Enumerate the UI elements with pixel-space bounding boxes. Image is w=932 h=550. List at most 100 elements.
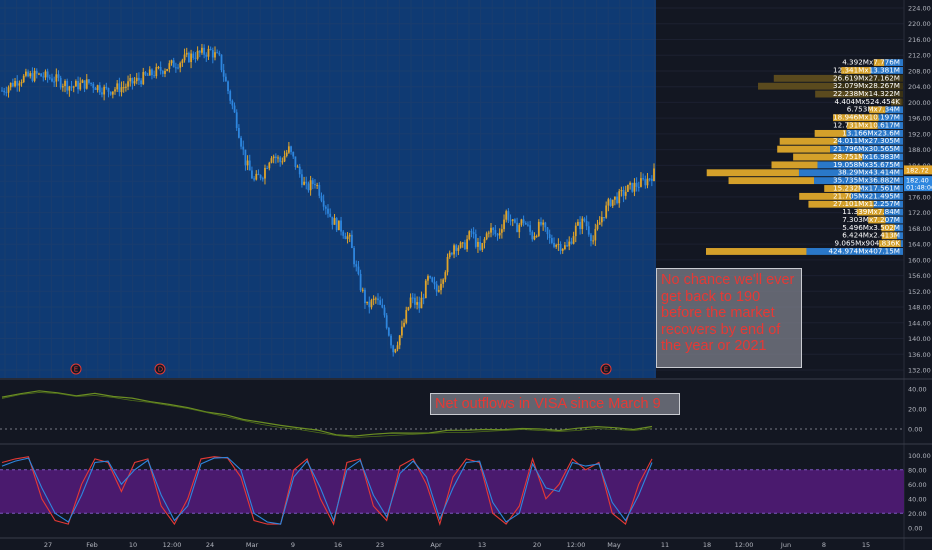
candle-body: [148, 69, 151, 76]
candle-body: [42, 76, 45, 78]
candle-body: [524, 222, 527, 225]
candle-body: [296, 166, 299, 168]
osc2-axis-label: 100.00: [908, 452, 931, 460]
candle-body: [624, 191, 627, 196]
candle-body: [437, 290, 440, 292]
candle-body: [68, 86, 71, 91]
candle-body: [116, 83, 119, 90]
candle-body: [331, 216, 334, 225]
candle-body: [394, 349, 397, 353]
candle-body: [3, 90, 6, 93]
candle-body: [542, 222, 545, 225]
candle-body: [135, 77, 138, 82]
candle-body: [201, 47, 203, 53]
candle-body: [494, 230, 497, 235]
candle-body: [248, 160, 251, 171]
candle-body: [335, 218, 338, 231]
candle-body: [264, 167, 266, 179]
candle-body: [653, 168, 655, 181]
candle-body: [483, 239, 486, 244]
candle-body: [181, 60, 184, 63]
candle-body: [233, 105, 236, 113]
candle-body: [229, 91, 232, 101]
candle-body: [414, 297, 416, 305]
candle-body: [370, 300, 373, 308]
candle-body: [468, 231, 471, 240]
volume-profile-up-bar: [706, 248, 807, 255]
candle-body: [161, 70, 164, 74]
candle-body: [77, 81, 79, 90]
candle-body: [372, 298, 375, 301]
candle-body: [51, 78, 53, 82]
candle-body: [461, 242, 464, 244]
candle-body: [140, 80, 142, 85]
candle-body: [631, 182, 634, 192]
osc2-axis-label: 60.00: [908, 481, 927, 489]
candle-body: [168, 63, 171, 70]
candle-body: [442, 279, 445, 284]
time-axis-label: 27: [44, 541, 52, 549]
candle-body: [342, 231, 345, 236]
candle-body: [505, 211, 508, 220]
candle-body: [281, 161, 284, 163]
candle-body: [496, 234, 499, 236]
price-axis-label: 188.00: [908, 146, 931, 154]
candle-body: [590, 234, 592, 241]
candle-body: [96, 85, 99, 91]
price-axis-label: 196.00: [908, 115, 931, 123]
candle-body: [146, 74, 149, 76]
candle-body: [277, 157, 279, 159]
candle-body: [346, 236, 349, 240]
osc1-axis-label: 20.00: [908, 406, 927, 414]
candle-body: [33, 70, 36, 81]
candle-body: [503, 219, 505, 230]
candle-body: [387, 327, 390, 336]
candle-body: [107, 88, 110, 92]
candle-body: [383, 307, 386, 316]
price-axis-label: 172.00: [908, 209, 931, 217]
candle-body: [422, 297, 425, 299]
candle-body: [18, 83, 21, 86]
candle-body: [40, 73, 43, 77]
candle-body: [257, 173, 260, 176]
candle-body: [120, 87, 123, 93]
candle-body: [272, 156, 275, 159]
earnings-marker-label: E: [74, 366, 78, 374]
candle-body: [7, 87, 10, 93]
candle-body: [29, 73, 32, 77]
candle-body: [240, 137, 242, 147]
earnings-marker-label: E: [604, 366, 608, 374]
candle-body: [457, 247, 460, 251]
time-axis-label: 23: [376, 541, 384, 549]
candle-body: [188, 52, 190, 63]
candle-body: [224, 76, 227, 82]
price-axis-label: 200.00: [908, 99, 931, 107]
candle-body: [474, 234, 477, 247]
annotation-flow-note[interactable]: Net outflows in VISA since March 9: [430, 393, 680, 415]
candle-body: [550, 238, 553, 243]
candle-body: [583, 218, 586, 221]
candle-body: [416, 302, 419, 305]
candle-body: [507, 211, 510, 221]
candle-body: [529, 225, 532, 232]
candle-body: [637, 186, 640, 188]
earnings-marker-label: D: [158, 366, 163, 374]
candle-body: [337, 220, 340, 231]
candle-body: [635, 182, 638, 187]
candle-body: [650, 178, 653, 181]
candle-body: [613, 196, 616, 200]
candle-body: [429, 276, 432, 278]
candle-body: [142, 72, 145, 85]
candle-body: [88, 79, 90, 83]
time-axis-label: Jun: [780, 541, 791, 549]
candle-body: [1, 90, 3, 92]
candle-body: [516, 222, 518, 233]
candle-body: [101, 92, 103, 95]
candle-body: [205, 54, 208, 57]
candle-body: [561, 249, 564, 251]
annotation-main-note[interactable]: No chance we'll ever get back to 190 bef…: [656, 268, 802, 368]
candle-body: [535, 235, 538, 237]
candle-body: [522, 219, 525, 223]
candle-body: [611, 199, 614, 206]
candle-body: [214, 52, 216, 58]
